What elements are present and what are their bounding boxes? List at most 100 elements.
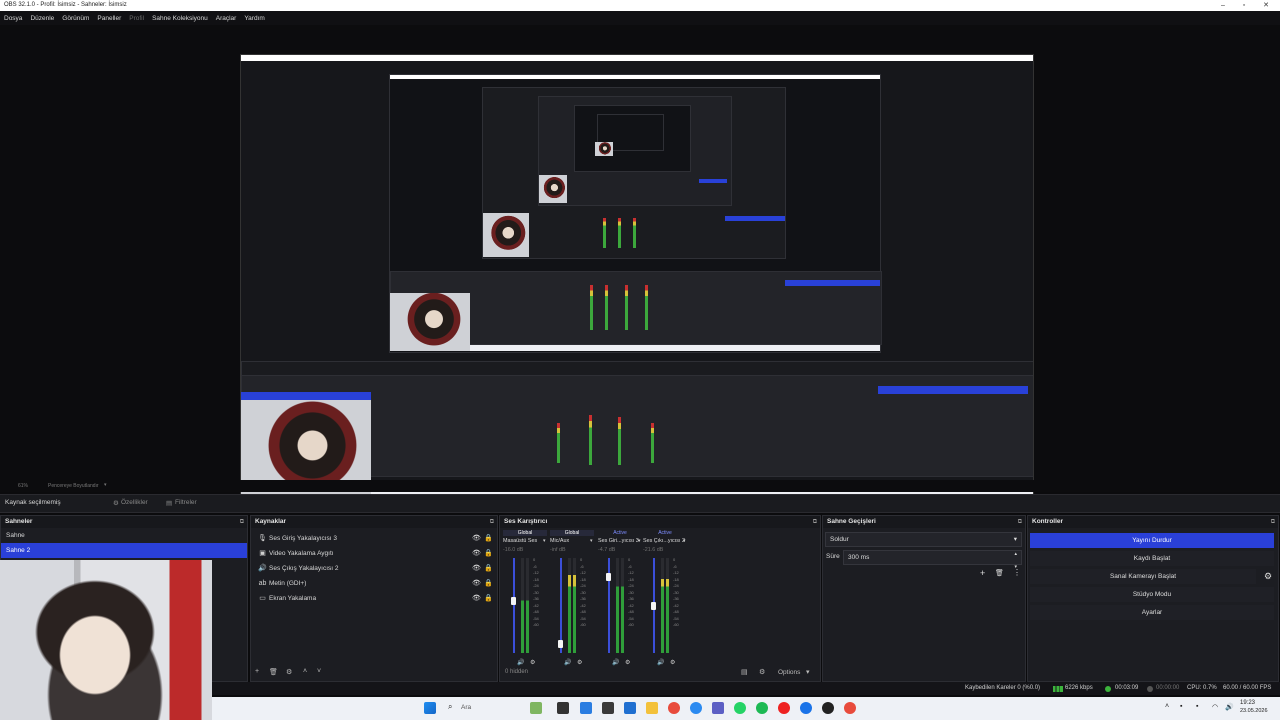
lock-icon[interactable]: 🔒	[484, 576, 493, 591]
menu-duzenle[interactable]: Düzenle	[26, 15, 58, 22]
menu-dosya[interactable]: Dosya	[0, 15, 26, 22]
chevron-down-icon[interactable]: ▾	[543, 538, 546, 544]
volume-slider-track[interactable]	[513, 558, 515, 653]
tray-chevron-icon[interactable]: ˄	[1165, 703, 1169, 710]
settings-button[interactable]: Ayarlar	[1030, 605, 1274, 620]
mute-speaker-icon[interactable]: 🔊	[657, 659, 664, 666]
browser-edge-icon[interactable]	[580, 702, 592, 714]
scene-item-sahne-2[interactable]: Sahne 2	[1, 543, 247, 558]
channel-settings-icon[interactable]: ⚙	[670, 659, 675, 666]
studio-mode-button[interactable]: Stüdyo Modu	[1030, 587, 1274, 602]
volume-slider-knob[interactable]	[511, 596, 516, 605]
channel-tab[interactable]: Active	[643, 530, 687, 536]
options-button[interactable]: Options	[778, 669, 800, 676]
scene-item-sahne[interactable]: Sahne	[1, 528, 247, 543]
file-explorer-icon[interactable]	[646, 702, 658, 714]
spotify-icon[interactable]	[756, 702, 768, 714]
mute-speaker-icon[interactable]: 🔊	[612, 659, 619, 666]
whatsapp-icon[interactable]	[734, 702, 746, 714]
chevron-down-icon[interactable]: ▾	[683, 538, 686, 544]
opera-icon[interactable]	[778, 702, 790, 714]
volume-slider-knob[interactable]	[651, 601, 656, 610]
lock-icon[interactable]: 🔒	[484, 591, 493, 606]
zoom-level[interactable]: 61%	[18, 483, 28, 489]
source-row[interactable]: ▭ Ekran Yakalama 👁 🔒	[255, 591, 493, 606]
chevron-up-icon[interactable]: ˄	[303, 668, 307, 675]
mute-speaker-icon[interactable]: 🔊	[564, 659, 571, 666]
chrome-icon[interactable]	[668, 702, 680, 714]
minimize-icon[interactable]: –	[1213, 0, 1233, 11]
browser-icon[interactable]	[800, 702, 812, 714]
preview-area[interactable]	[0, 25, 1280, 502]
volume-slider-track[interactable]	[560, 558, 562, 653]
layout-icon[interactable]: ▤	[741, 668, 748, 676]
properties-button[interactable]: Özellikler	[121, 499, 148, 506]
tray-app-icon[interactable]: ▪	[1180, 703, 1182, 710]
source-row[interactable]: 🔊 Ses Çıkış Yakalayıcısı 2 👁 🔒	[255, 561, 493, 576]
teams-icon[interactable]	[712, 702, 724, 714]
popout-icon[interactable]: ⧉	[490, 516, 494, 528]
volume-icon[interactable]: 🔊	[1225, 703, 1234, 711]
visibility-eye-icon[interactable]: 👁	[472, 531, 481, 546]
wifi-icon[interactable]: ◠	[1212, 703, 1218, 711]
clock-time[interactable]: 19:23	[1240, 700, 1255, 706]
terminal-icon[interactable]	[602, 702, 614, 714]
menu-araclar[interactable]: Araçlar	[212, 15, 241, 22]
duration-spinbox[interactable]: 300 ms ▴ ▾	[843, 550, 1022, 570]
filters-button[interactable]: Filtreler	[175, 499, 197, 506]
visibility-eye-icon[interactable]: 👁	[472, 546, 481, 561]
popout-icon[interactable]: ⧉	[813, 516, 817, 528]
volume-slider-knob[interactable]	[558, 639, 563, 648]
lock-icon[interactable]: 🔒	[484, 546, 493, 561]
channel-tab[interactable]: Active	[598, 530, 642, 536]
start-recording-button[interactable]: Kaydı Başlat	[1030, 551, 1274, 566]
visibility-eye-icon[interactable]: 👁	[472, 576, 481, 591]
hidden-count[interactable]: 0 hidden	[505, 669, 528, 675]
scale-to-window[interactable]: Pencereye Boyutlandır	[48, 483, 99, 489]
add-icon[interactable]: +	[255, 668, 259, 675]
stop-streaming-button[interactable]: Yayını Durdur	[1030, 533, 1274, 548]
visibility-eye-icon[interactable]: 👁	[472, 561, 481, 576]
lock-icon[interactable]: 🔒	[484, 531, 493, 546]
more-vertical-icon[interactable]: ⋮	[1013, 568, 1021, 577]
channel-settings-icon[interactable]: ⚙	[625, 659, 630, 666]
popout-icon[interactable]: ⧉	[240, 516, 244, 528]
chevron-down-icon[interactable]: ▾	[104, 482, 107, 488]
menu-sahne-koleksiyonu[interactable]: Sahne Koleksiyonu	[148, 15, 212, 22]
channel-settings-icon[interactable]: ⚙	[530, 659, 535, 666]
skype-icon[interactable]	[690, 702, 702, 714]
close-icon[interactable]: ✕	[1256, 0, 1276, 11]
transition-type-select[interactable]: Soldur ▾	[825, 532, 1022, 547]
tray-app-icon[interactable]: ▪	[1196, 703, 1198, 710]
windows-start-icon[interactable]	[424, 702, 436, 714]
preview-canvas[interactable]	[240, 54, 1034, 502]
obs-icon[interactable]	[822, 702, 834, 714]
trash-icon[interactable]: 🗑	[269, 668, 278, 676]
source-row[interactable]: ▣ Video Yakalama Aygıtı 👁 🔒	[255, 546, 493, 561]
gear-icon[interactable]: ⚙	[759, 668, 765, 676]
channel-tab[interactable]: Global	[503, 530, 547, 536]
lock-icon[interactable]: 🔒	[484, 561, 493, 576]
source-row[interactable]: ab Metin (GDI+) 👁 🔒	[255, 576, 493, 591]
popout-icon[interactable]: ⧉	[1018, 516, 1022, 528]
add-icon[interactable]: +	[980, 568, 985, 578]
mute-speaker-icon[interactable]: 🔊	[517, 659, 524, 666]
channel-settings-icon[interactable]: ⚙	[577, 659, 582, 666]
gear-icon[interactable]: ⚙	[286, 668, 292, 676]
chevron-down-icon[interactable]: ▾	[590, 538, 593, 544]
search-icon[interactable]: ⌕	[448, 702, 452, 712]
task-view-icon[interactable]	[557, 702, 569, 714]
outlook-icon[interactable]	[624, 702, 636, 714]
menu-gorunum[interactable]: Görünüm	[58, 15, 93, 22]
trash-icon[interactable]: 🗑	[995, 569, 1004, 577]
volume-slider-knob[interactable]	[606, 573, 611, 581]
clock-date[interactable]: 23.05.2026	[1240, 708, 1268, 714]
chevron-down-icon[interactable]: ˅	[317, 668, 321, 675]
virtual-camera-gear-icon[interactable]: ⚙	[1264, 571, 1272, 582]
chevron-down-icon[interactable]: ▾	[638, 538, 641, 544]
chevron-down-icon[interactable]: ▾	[806, 668, 810, 676]
taskbar-search-text[interactable]: Ara	[461, 704, 471, 711]
visibility-eye-icon[interactable]: 👁	[472, 591, 481, 606]
chrome-icon[interactable]	[844, 702, 856, 714]
start-virtual-camera-button[interactable]: Sanal Kamerayı Başlat	[1030, 569, 1256, 584]
